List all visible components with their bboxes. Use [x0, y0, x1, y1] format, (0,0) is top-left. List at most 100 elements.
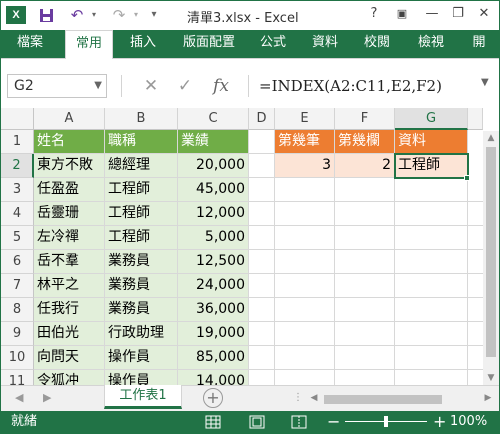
table-cell[interactable]: 45,000	[178, 178, 249, 202]
table-header-sales[interactable]: 業績	[178, 130, 249, 154]
table-cell[interactable]: 85,000	[178, 346, 249, 370]
empty-cells-area[interactable]	[249, 178, 483, 394]
table-cell[interactable]: 業務員	[105, 298, 178, 322]
tab-page-layout[interactable]: 版面配置	[175, 30, 243, 58]
formula-input[interactable]: =INDEX(A2:C11,E2,F2)	[259, 74, 442, 98]
table-cell[interactable]: 岳靈珊	[34, 202, 105, 226]
restore-button[interactable]: ❐	[447, 4, 469, 24]
column-header-d[interactable]: D	[249, 108, 275, 130]
undo-icon[interactable]: ↶	[67, 5, 87, 25]
fill-handle[interactable]	[464, 175, 470, 181]
table-cell[interactable]: 24,000	[178, 274, 249, 298]
column-header-c[interactable]: C	[178, 108, 249, 130]
tab-splitter-icon[interactable]: ⋮	[293, 392, 303, 403]
page-layout-view-icon[interactable]	[249, 415, 265, 429]
lookup-header-result[interactable]: 資料	[395, 130, 468, 154]
tab-data[interactable]: 資料	[303, 30, 347, 58]
lookup-header-column[interactable]: 第幾欄	[335, 130, 395, 154]
table-header-name[interactable]: 姓名	[34, 130, 105, 154]
table-cell[interactable]: 操作員	[105, 346, 178, 370]
row-header[interactable]: 4	[1, 202, 34, 226]
tab-view[interactable]: 檢視	[409, 30, 453, 58]
scroll-left-icon[interactable]: ◀	[306, 393, 322, 403]
row-header[interactable]: 10	[1, 346, 34, 370]
lookup-result-cell[interactable]: 工程師	[394, 153, 469, 179]
table-cell[interactable]: 業務員	[105, 274, 178, 298]
lookup-row-input[interactable]: 3	[275, 154, 335, 178]
lookup-header-row[interactable]: 第幾筆	[275, 130, 335, 154]
table-cell[interactable]: 工程師	[105, 202, 178, 226]
table-cell[interactable]: 工程師	[105, 226, 178, 250]
redo-dropdown-icon[interactable]: ▾	[131, 5, 141, 25]
ribbon-display-options-icon[interactable]: ▣	[391, 4, 413, 24]
table-cell[interactable]: 業務員	[105, 250, 178, 274]
row-header[interactable]: 9	[1, 322, 34, 346]
row-header[interactable]: 1	[1, 130, 34, 154]
tab-home[interactable]: 常用	[65, 30, 113, 59]
help-button[interactable]: ?	[363, 4, 385, 24]
close-button[interactable]: ✕	[473, 4, 495, 24]
cell[interactable]	[249, 154, 275, 178]
next-sheet-icon[interactable]: ▶	[43, 391, 51, 404]
excel-logo-icon[interactable]: X	[6, 6, 26, 24]
new-sheet-button[interactable]: +	[203, 388, 223, 408]
table-cell[interactable]: 工程師	[105, 178, 178, 202]
scroll-up-icon[interactable]: ▲	[483, 133, 499, 143]
vertical-scrollbar[interactable]: ▲ ▼	[483, 131, 499, 385]
table-cell[interactable]: 岳不羣	[34, 250, 105, 274]
table-header-title[interactable]: 職稱	[105, 130, 178, 154]
table-cell[interactable]: 20,000	[178, 154, 249, 178]
table-cell[interactable]: 總經理	[105, 154, 178, 178]
table-cell[interactable]: 向問天	[34, 346, 105, 370]
insert-function-icon[interactable]: fx	[209, 74, 233, 98]
row-header[interactable]: 5	[1, 226, 34, 250]
row-header[interactable]: 7	[1, 274, 34, 298]
undo-dropdown-icon[interactable]: ▾	[89, 5, 99, 25]
minimize-button[interactable]: —	[421, 4, 443, 24]
save-icon[interactable]	[37, 5, 55, 25]
row-header[interactable]: 8	[1, 298, 34, 322]
column-header-a[interactable]: A	[34, 108, 105, 130]
column-header-e[interactable]: E	[275, 108, 335, 130]
table-cell[interactable]: 行政助理	[105, 322, 178, 346]
vertical-scroll-thumb[interactable]	[486, 147, 496, 357]
table-cell[interactable]: 任我行	[34, 298, 105, 322]
horizontal-scroll-thumb[interactable]	[324, 395, 442, 404]
column-header-g[interactable]: G	[395, 108, 468, 130]
table-cell[interactable]: 任盈盈	[34, 178, 105, 202]
enter-icon[interactable]: ✓	[173, 74, 197, 98]
chevron-down-icon[interactable]: ▼	[94, 75, 102, 97]
row-header[interactable]: 6	[1, 250, 34, 274]
normal-view-icon[interactable]	[205, 415, 221, 429]
column-header-h[interactable]	[468, 108, 483, 130]
row-header[interactable]: 3	[1, 178, 34, 202]
tab-review[interactable]: 校閱	[355, 30, 399, 58]
table-cell[interactable]: 林平之	[34, 274, 105, 298]
name-box[interactable]: G2 ▼	[7, 74, 107, 98]
table-cell[interactable]: 12,500	[178, 250, 249, 274]
scroll-right-icon[interactable]: ▶	[480, 393, 496, 403]
lookup-column-input[interactable]: 2	[335, 154, 395, 178]
table-cell[interactable]: 5,000	[178, 226, 249, 250]
cancel-icon[interactable]: ✕	[139, 74, 163, 98]
customize-qat-icon[interactable]: ▾	[147, 5, 161, 25]
expand-formula-bar-icon[interactable]: ▼	[481, 77, 489, 88]
table-cell[interactable]: 19,000	[178, 322, 249, 346]
redo-icon[interactable]: ↷	[109, 5, 129, 25]
tab-developer[interactable]: 開	[461, 30, 497, 58]
zoom-in-button[interactable]: +	[433, 411, 446, 433]
sheet-tab-sheet1[interactable]: 工作表1	[104, 385, 182, 409]
table-cell[interactable]: 田伯光	[34, 322, 105, 346]
column-header-f[interactable]: F	[335, 108, 395, 130]
tab-file[interactable]: 檔案	[1, 30, 59, 58]
zoom-slider-knob[interactable]	[384, 416, 388, 427]
horizontal-scrollbar[interactable]: ◀ ▶	[306, 392, 496, 406]
zoom-percent[interactable]: 100%	[450, 411, 487, 433]
table-cell[interactable]: 東方不敗	[34, 154, 105, 178]
zoom-out-button[interactable]: −	[327, 411, 340, 433]
column-header-b[interactable]: B	[105, 108, 178, 130]
select-all-corner[interactable]	[1, 108, 34, 130]
tab-formulas[interactable]: 公式	[251, 30, 295, 58]
page-break-preview-icon[interactable]	[291, 415, 307, 429]
scroll-down-icon[interactable]: ▼	[483, 373, 499, 383]
